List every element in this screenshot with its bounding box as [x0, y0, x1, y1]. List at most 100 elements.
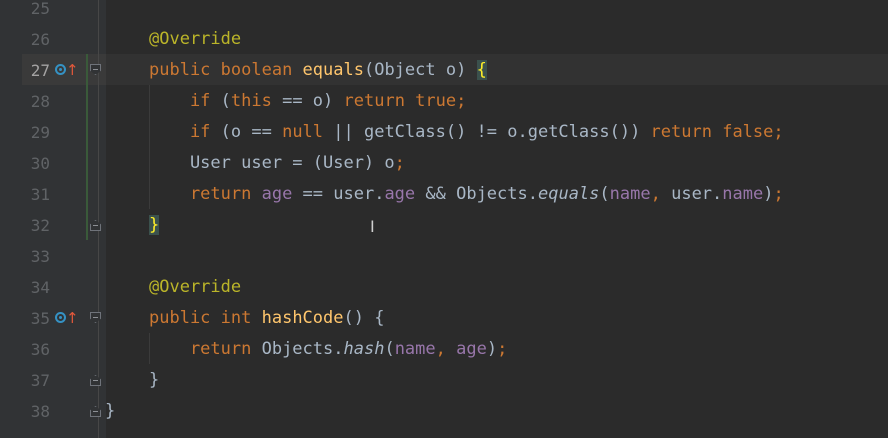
override-arrow-icon[interactable]: ↑	[66, 309, 79, 327]
code-token: return	[149, 184, 262, 204]
line-number[interactable]: 26	[22, 24, 50, 55]
code-token: && Objects.	[415, 184, 538, 204]
code-token: name	[609, 184, 651, 204]
code-token: )	[763, 184, 774, 204]
code-token: age	[261, 184, 293, 204]
code-token: boolean	[220, 60, 303, 80]
code-text[interactable]: }	[105, 396, 115, 427]
code-text[interactable]: }	[149, 365, 159, 396]
code-token: hash	[343, 339, 385, 359]
code-token: ,	[435, 339, 457, 359]
code-line[interactable]: 37}	[0, 365, 888, 396]
line-number[interactable]: 27	[22, 55, 50, 86]
code-token: () {	[343, 308, 385, 328]
code-token: }	[149, 215, 160, 235]
code-line[interactable]: 38}	[0, 396, 888, 427]
code-token: (Object o)	[363, 60, 477, 80]
code-token: age	[384, 184, 416, 204]
code-token: Objects.	[261, 339, 344, 359]
line-number[interactable]: 25	[22, 0, 50, 24]
implements-method-icon[interactable]	[55, 312, 66, 323]
code-line[interactable]: 27 ↑ public boolean equals(Object o) {	[0, 55, 888, 86]
code-line[interactable]: 30 User user = (User) o;	[0, 148, 888, 179]
code-token: {	[476, 60, 487, 80]
code-token: user.	[671, 184, 723, 204]
code-token: @Override	[149, 277, 242, 297]
code-token: name	[394, 339, 436, 359]
code-token: if	[149, 122, 221, 142]
code-line[interactable]: 31 return age == user.age && Objects.equ…	[0, 179, 888, 210]
code-line[interactable]: 34 @Override	[0, 272, 888, 303]
code-token: age	[456, 339, 487, 359]
code-token: hashCode	[261, 308, 344, 328]
line-number[interactable]: 38	[22, 396, 50, 427]
code-token: return	[343, 91, 416, 111]
code-token: ;	[456, 91, 467, 111]
code-token: public	[149, 60, 221, 80]
line-number[interactable]: 33	[22, 241, 50, 272]
fold-close-icon[interactable]	[90, 375, 101, 386]
code-token: ,	[650, 184, 672, 204]
code-text[interactable]: public boolean equals(Object o) {	[149, 55, 487, 86]
fold-open-icon[interactable]	[90, 312, 101, 323]
code-text[interactable]: @Override	[149, 24, 241, 55]
code-token: ;	[497, 339, 508, 359]
code-token: == o)	[271, 91, 344, 111]
code-token: }	[149, 370, 160, 390]
line-number[interactable]: 35	[22, 303, 50, 334]
line-number[interactable]: 37	[22, 365, 50, 396]
override-arrow-icon[interactable]: ↑	[66, 61, 79, 79]
code-token: ;	[773, 184, 784, 204]
code-line[interactable]: 26 @Override	[0, 24, 888, 55]
code-token: public	[149, 308, 221, 328]
code-token: }	[105, 401, 116, 421]
code-token: == user.	[292, 184, 385, 204]
code-token: if	[149, 91, 221, 111]
code-line[interactable]: 25	[0, 0, 888, 24]
code-text[interactable]: return age == user.age && Objects.equals…	[149, 179, 784, 210]
code-line[interactable]: 35 ↑ public int hashCode() {	[0, 303, 888, 334]
code-token: this	[230, 91, 272, 111]
code-text[interactable]: @Override	[149, 272, 241, 303]
code-text[interactable]: return Objects.hash(name, age);	[149, 334, 507, 365]
line-number[interactable]: 28	[22, 86, 50, 117]
code-token: ;	[394, 153, 405, 173]
code-text[interactable]: public int hashCode() {	[149, 303, 384, 334]
code-token: )	[486, 339, 498, 359]
line-number[interactable]: 34	[22, 272, 50, 303]
code-token: return	[149, 339, 262, 359]
code-text[interactable]: }	[149, 210, 160, 241]
code-token: equals	[537, 184, 600, 204]
code-token: User user = (User) o	[149, 153, 395, 173]
code-token: || getClass() != o.getClass())	[323, 122, 651, 142]
code-token: (	[384, 339, 395, 359]
code-token: (	[599, 184, 610, 204]
code-token: equals	[302, 60, 364, 80]
line-number[interactable]: 29	[22, 117, 50, 148]
line-number[interactable]: 36	[22, 334, 50, 365]
code-text[interactable]: if (this == o) return true;	[149, 86, 466, 117]
line-number[interactable]: 31	[22, 179, 50, 210]
code-token: (o ==	[220, 122, 283, 142]
code-text[interactable]: User user = (User) o;	[149, 148, 405, 179]
code-line[interactable]: 33	[0, 241, 888, 272]
code-token: false	[722, 122, 774, 142]
code-token: (	[220, 91, 231, 111]
code-line[interactable]: 29 if (o == null || getClass() != o.getC…	[0, 117, 888, 148]
code-token: name	[722, 184, 764, 204]
line-number[interactable]: 32	[22, 210, 50, 241]
code-line[interactable]: 28 if (this == o) return true;	[0, 86, 888, 117]
indent-guide	[149, 85, 150, 209]
line-number[interactable]: 30	[22, 148, 50, 179]
indent-guide	[149, 333, 150, 364]
code-line[interactable]: 36 return Objects.hash(name, age);	[0, 334, 888, 365]
code-text[interactable]: if (o == null || getClass() != o.getClas…	[149, 117, 784, 148]
fold-close-icon[interactable]	[90, 406, 101, 417]
fold-open-icon[interactable]	[90, 64, 101, 75]
code-token: null	[282, 122, 324, 142]
code-token: ;	[773, 122, 784, 142]
fold-close-icon[interactable]	[90, 220, 101, 231]
implements-method-icon[interactable]	[55, 64, 66, 75]
code-editor[interactable]: 25 26 @Override 27 ↑ public boolean equals(Ob…	[0, 0, 888, 438]
code-line[interactable]: 32}	[0, 210, 888, 241]
